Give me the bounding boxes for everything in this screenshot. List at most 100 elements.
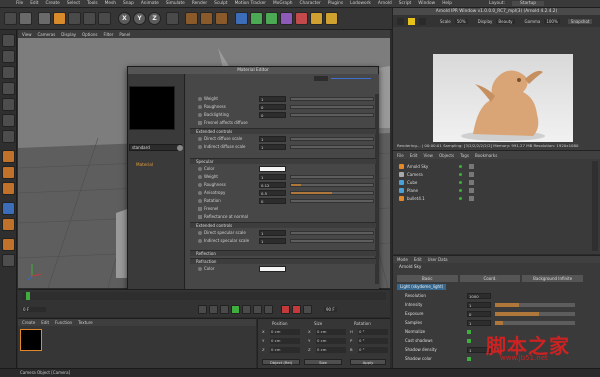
om-menu-view[interactable]: View xyxy=(423,153,433,158)
animate-dot-icon[interactable] xyxy=(198,105,202,109)
property-value-field[interactable]: 1 xyxy=(259,144,286,150)
property-slider[interactable] xyxy=(290,239,374,243)
property-slider[interactable] xyxy=(290,183,374,187)
attr-tab-2[interactable]: Background Infinite xyxy=(522,275,584,282)
viewport-menu-display[interactable]: Display xyxy=(61,32,76,37)
nurbs-button[interactable] xyxy=(265,12,278,25)
size-field[interactable]: 0 cm xyxy=(316,329,346,335)
animate-dot-icon[interactable] xyxy=(198,175,202,179)
menu-item-tools[interactable]: Tools xyxy=(87,1,98,6)
visibility-dots-icon[interactable] xyxy=(459,197,462,200)
start-frame-field[interactable]: 0 F xyxy=(22,306,46,312)
rotation-field[interactable]: 0 ° xyxy=(358,329,388,335)
gamma-select[interactable]: 100% xyxy=(544,18,560,24)
animate-dot-icon[interactable] xyxy=(198,183,202,187)
next-key-button[interactable] xyxy=(253,304,262,314)
points-mode-icon[interactable] xyxy=(2,98,15,111)
go-to-start-button[interactable] xyxy=(198,304,207,314)
om-menu-bookmarks[interactable]: Bookmarks xyxy=(475,153,497,158)
arnold-icon[interactable] xyxy=(2,238,15,251)
menu-item-render[interactable]: Render xyxy=(192,1,207,6)
checkbox-row[interactable]: Reflectance at normal xyxy=(198,214,376,220)
viewport-menu-panel[interactable]: Panel xyxy=(119,32,130,37)
material-editor-dialog[interactable]: Material Editor standard Material Weight… xyxy=(127,66,379,293)
polygons-mode-icon[interactable] xyxy=(2,130,15,143)
enable-axis-icon[interactable] xyxy=(2,150,15,163)
animate-dot-icon[interactable] xyxy=(198,113,202,117)
keyframe-selection-button[interactable] xyxy=(303,304,312,314)
material-options-icon[interactable] xyxy=(177,145,183,151)
checkbox-icon[interactable] xyxy=(467,330,471,334)
deformer-button[interactable] xyxy=(280,12,293,25)
property-value-field[interactable]: 0.12 xyxy=(259,182,286,188)
mm-menu-edit[interactable]: Edit xyxy=(41,320,49,325)
redo-button[interactable] xyxy=(19,12,32,25)
display-select[interactable]: Beauty xyxy=(496,18,515,24)
scene-button[interactable] xyxy=(295,12,308,25)
menu-item-plugins[interactable]: Plugins xyxy=(328,1,343,6)
visibility-dots-icon[interactable] xyxy=(459,165,462,168)
arnold-ipr-window[interactable]: Arnold IPR Window v1.0.0.0_RC7_mpl(3) (A… xyxy=(392,8,600,150)
animate-dot-icon[interactable] xyxy=(198,137,202,141)
visibility-dots-icon[interactable] xyxy=(459,173,462,176)
animate-dot-icon[interactable] xyxy=(198,145,202,149)
autokey-button[interactable] xyxy=(292,304,301,314)
render-settings-button[interactable] xyxy=(215,12,228,25)
attribute-value-field[interactable]: 0 xyxy=(467,311,491,317)
section-header[interactable]: Refraction xyxy=(190,258,376,264)
size-field[interactable]: 0 cm xyxy=(316,347,346,353)
rotate-tool-button[interactable] xyxy=(83,12,96,25)
timeline-ruler[interactable] xyxy=(22,292,386,300)
om-menu-tags[interactable]: Tags xyxy=(460,153,469,158)
menu-item-create[interactable]: Create xyxy=(46,1,60,6)
checkbox-row[interactable]: Fresnel affects diffuse xyxy=(198,120,376,126)
previous-frame-button[interactable] xyxy=(220,304,229,314)
attr-menu-user-data[interactable]: User Data xyxy=(428,257,448,262)
section-header[interactable]: Extended controls xyxy=(190,128,376,134)
tag-icon[interactable] xyxy=(469,188,474,193)
property-value-field[interactable]: 1 xyxy=(259,136,286,142)
object-list-item[interactable]: Camera xyxy=(399,171,479,178)
attribute-subtab[interactable]: Light (skydome_light) xyxy=(397,284,447,290)
planar-workplane-icon[interactable] xyxy=(2,254,15,267)
menu-item-file[interactable]: File xyxy=(16,1,23,6)
checkbox-row[interactable]: Fresnel xyxy=(198,206,376,212)
play-button[interactable] xyxy=(231,304,240,314)
camera-button[interactable] xyxy=(310,12,323,25)
size-mode-select[interactable]: Size xyxy=(304,359,342,365)
property-slider[interactable] xyxy=(290,97,374,101)
menu-item-lodowork[interactable]: Lodowork xyxy=(350,1,371,6)
x-axis-button[interactable]: X xyxy=(118,12,131,25)
animate-dot-icon[interactable] xyxy=(198,231,202,235)
viewport-menu-cameras[interactable]: Cameras xyxy=(38,32,56,37)
rotation-field[interactable]: 0 ° xyxy=(358,347,388,353)
position-field[interactable]: 0 cm xyxy=(270,329,300,335)
size-field[interactable]: 0 cm xyxy=(316,338,346,344)
visibility-dots-icon[interactable] xyxy=(459,189,462,192)
scale-tool-button[interactable] xyxy=(68,12,81,25)
tag-icon[interactable] xyxy=(469,196,474,201)
edges-mode-icon[interactable] xyxy=(2,114,15,127)
attr-tab-1[interactable]: Coord. xyxy=(459,275,521,282)
attribute-value-field[interactable]: 1 xyxy=(467,302,491,308)
recent-tool-button[interactable] xyxy=(98,12,111,25)
color-field[interactable] xyxy=(314,76,328,81)
checkbox-icon[interactable] xyxy=(467,357,471,361)
section-header[interactable]: Specular xyxy=(190,158,376,164)
checkbox-icon[interactable] xyxy=(198,207,202,211)
attr-menu-edit[interactable]: Edit xyxy=(414,257,422,262)
object-list-item[interactable]: Arnold Sky xyxy=(399,163,479,170)
go-to-end-button[interactable] xyxy=(264,304,273,314)
snap-icon[interactable] xyxy=(2,218,15,231)
coordinate-system-button[interactable] xyxy=(166,12,179,25)
play-icon[interactable] xyxy=(408,17,415,25)
color-swatch[interactable] xyxy=(259,266,286,272)
property-value-field[interactable]: 0 xyxy=(259,198,286,204)
menu-item-character[interactable]: Character xyxy=(300,1,321,6)
record-button[interactable] xyxy=(281,304,290,314)
object-manager-side-tabs[interactable] xyxy=(592,161,598,251)
menu-item-help[interactable]: Help xyxy=(442,1,452,6)
color-slider[interactable] xyxy=(331,78,371,79)
render-view-button[interactable] xyxy=(185,12,198,25)
tweak-mode-icon[interactable] xyxy=(2,166,15,179)
